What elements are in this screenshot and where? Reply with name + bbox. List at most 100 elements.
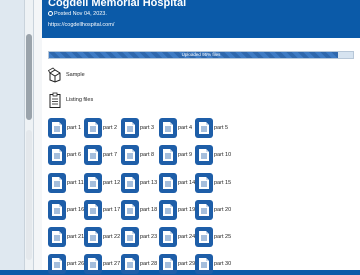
- document-icon: [195, 173, 213, 193]
- part-label: part 11: [67, 180, 84, 186]
- box-icon: [48, 67, 61, 83]
- file-item-listing[interactable]: Listing files: [48, 91, 93, 109]
- document-icon: [84, 200, 102, 220]
- part-file-item[interactable]: part 16: [48, 199, 84, 221]
- document-icon: [159, 254, 177, 274]
- posted-date: Posted Nov 04, 2023.: [48, 11, 107, 17]
- scrollbar-track-lower: [26, 130, 32, 260]
- part-file-item[interactable]: part 25: [195, 226, 231, 248]
- part-label: part 9: [178, 152, 193, 158]
- document-icon: [121, 173, 139, 193]
- part-file-item[interactable]: part 5: [195, 117, 228, 139]
- part-file-item[interactable]: part 20: [195, 199, 231, 221]
- part-file-item[interactable]: part 4: [159, 117, 192, 139]
- part-file-item[interactable]: part 24: [159, 226, 195, 248]
- part-label: part 10: [214, 152, 232, 158]
- part-label: part 18: [140, 207, 158, 213]
- part-label: part 26: [67, 261, 85, 267]
- main-content: Uploaded 95% files Sample Listing files …: [42, 38, 360, 274]
- document-icon: [48, 200, 66, 220]
- file-item-sample[interactable]: Sample: [48, 66, 85, 84]
- part-file-item[interactable]: part 18: [121, 199, 157, 221]
- part-file-item[interactable]: part 8: [121, 144, 154, 166]
- clipboard-icon: [49, 92, 61, 108]
- part-file-item[interactable]: part 17: [84, 199, 120, 221]
- part-label: part 25: [214, 234, 232, 240]
- document-icon: [195, 118, 213, 138]
- document-icon: [121, 145, 139, 165]
- part-file-item[interactable]: part 15: [195, 172, 231, 194]
- site-link[interactable]: https://cogdellhospital.com/: [48, 22, 114, 28]
- page-header: Cogdell Memorial Hospital Posted Nov 04,…: [42, 0, 360, 38]
- part-file-item[interactable]: part 10: [195, 144, 231, 166]
- part-file-item[interactable]: part 12: [84, 172, 120, 194]
- part-file-item[interactable]: part 2: [84, 117, 117, 139]
- part-label: part 14: [178, 180, 196, 186]
- part-label: part 22: [103, 234, 121, 240]
- part-label: part 7: [103, 152, 118, 158]
- document-icon: [84, 145, 102, 165]
- document-icon: [48, 254, 66, 274]
- part-file-item[interactable]: part 1: [48, 117, 81, 139]
- part-label: part 21: [67, 234, 85, 240]
- part-file-item[interactable]: part 14: [159, 172, 195, 194]
- part-file-item[interactable]: part 6: [48, 144, 81, 166]
- part-file-item[interactable]: part 7: [84, 144, 117, 166]
- part-label: part 15: [214, 180, 232, 186]
- document-icon: [48, 145, 66, 165]
- part-label: part 3: [140, 125, 155, 131]
- progress-label: Uploaded 95% files: [181, 52, 221, 57]
- left-panel: [0, 0, 24, 270]
- document-icon: [159, 145, 177, 165]
- document-icon: [195, 227, 213, 247]
- part-label: part 27: [103, 261, 121, 267]
- document-icon: [121, 200, 139, 220]
- part-label: part 23: [140, 234, 158, 240]
- part-file-item[interactable]: part 29: [159, 253, 195, 275]
- part-label: part 19: [178, 207, 196, 213]
- part-label: part 17: [103, 207, 121, 213]
- document-icon: [84, 173, 102, 193]
- part-file-item[interactable]: part 13: [121, 172, 157, 194]
- part-file-item[interactable]: part 28: [121, 253, 157, 275]
- document-icon: [48, 118, 66, 138]
- part-file-item[interactable]: part 21: [48, 226, 84, 248]
- upload-progress-bar: Uploaded 95% files: [48, 51, 354, 59]
- part-label: part 1: [67, 125, 82, 131]
- document-icon: [159, 118, 177, 138]
- document-icon: [121, 227, 139, 247]
- part-file-item[interactable]: part 26: [48, 253, 84, 275]
- page-title: Cogdell Memorial Hospital: [48, 0, 187, 9]
- file-label: Listing files: [66, 97, 94, 103]
- file-label: Sample: [66, 72, 85, 78]
- part-file-item[interactable]: part 30: [195, 253, 231, 275]
- part-label: part 20: [214, 207, 232, 213]
- part-label: part 6: [67, 152, 82, 158]
- document-icon: [84, 118, 102, 138]
- part-file-item[interactable]: part 23: [121, 226, 157, 248]
- document-icon: [121, 254, 139, 274]
- part-label: part 28: [140, 261, 158, 267]
- document-icon: [48, 227, 66, 247]
- document-icon: [195, 145, 213, 165]
- part-label: part 30: [214, 261, 232, 267]
- document-icon: [84, 227, 102, 247]
- part-label: part 2: [103, 125, 118, 131]
- document-icon: [195, 254, 213, 274]
- document-icon: [159, 227, 177, 247]
- document-icon: [159, 200, 177, 220]
- part-file-item[interactable]: part 22: [84, 226, 120, 248]
- scrollbar-thumb[interactable]: [26, 34, 32, 120]
- clock-icon: [48, 11, 53, 16]
- part-label: part 5: [214, 125, 229, 131]
- document-icon: [121, 118, 139, 138]
- part-label: part 4: [178, 125, 193, 131]
- part-file-item[interactable]: part 11: [48, 172, 84, 194]
- part-file-item[interactable]: part 19: [159, 199, 195, 221]
- part-label: part 24: [178, 234, 196, 240]
- part-file-item[interactable]: part 27: [84, 253, 120, 275]
- document-icon: [159, 173, 177, 193]
- page-margin: [34, 0, 42, 270]
- part-file-item[interactable]: part 3: [121, 117, 154, 139]
- part-file-item[interactable]: part 9: [159, 144, 192, 166]
